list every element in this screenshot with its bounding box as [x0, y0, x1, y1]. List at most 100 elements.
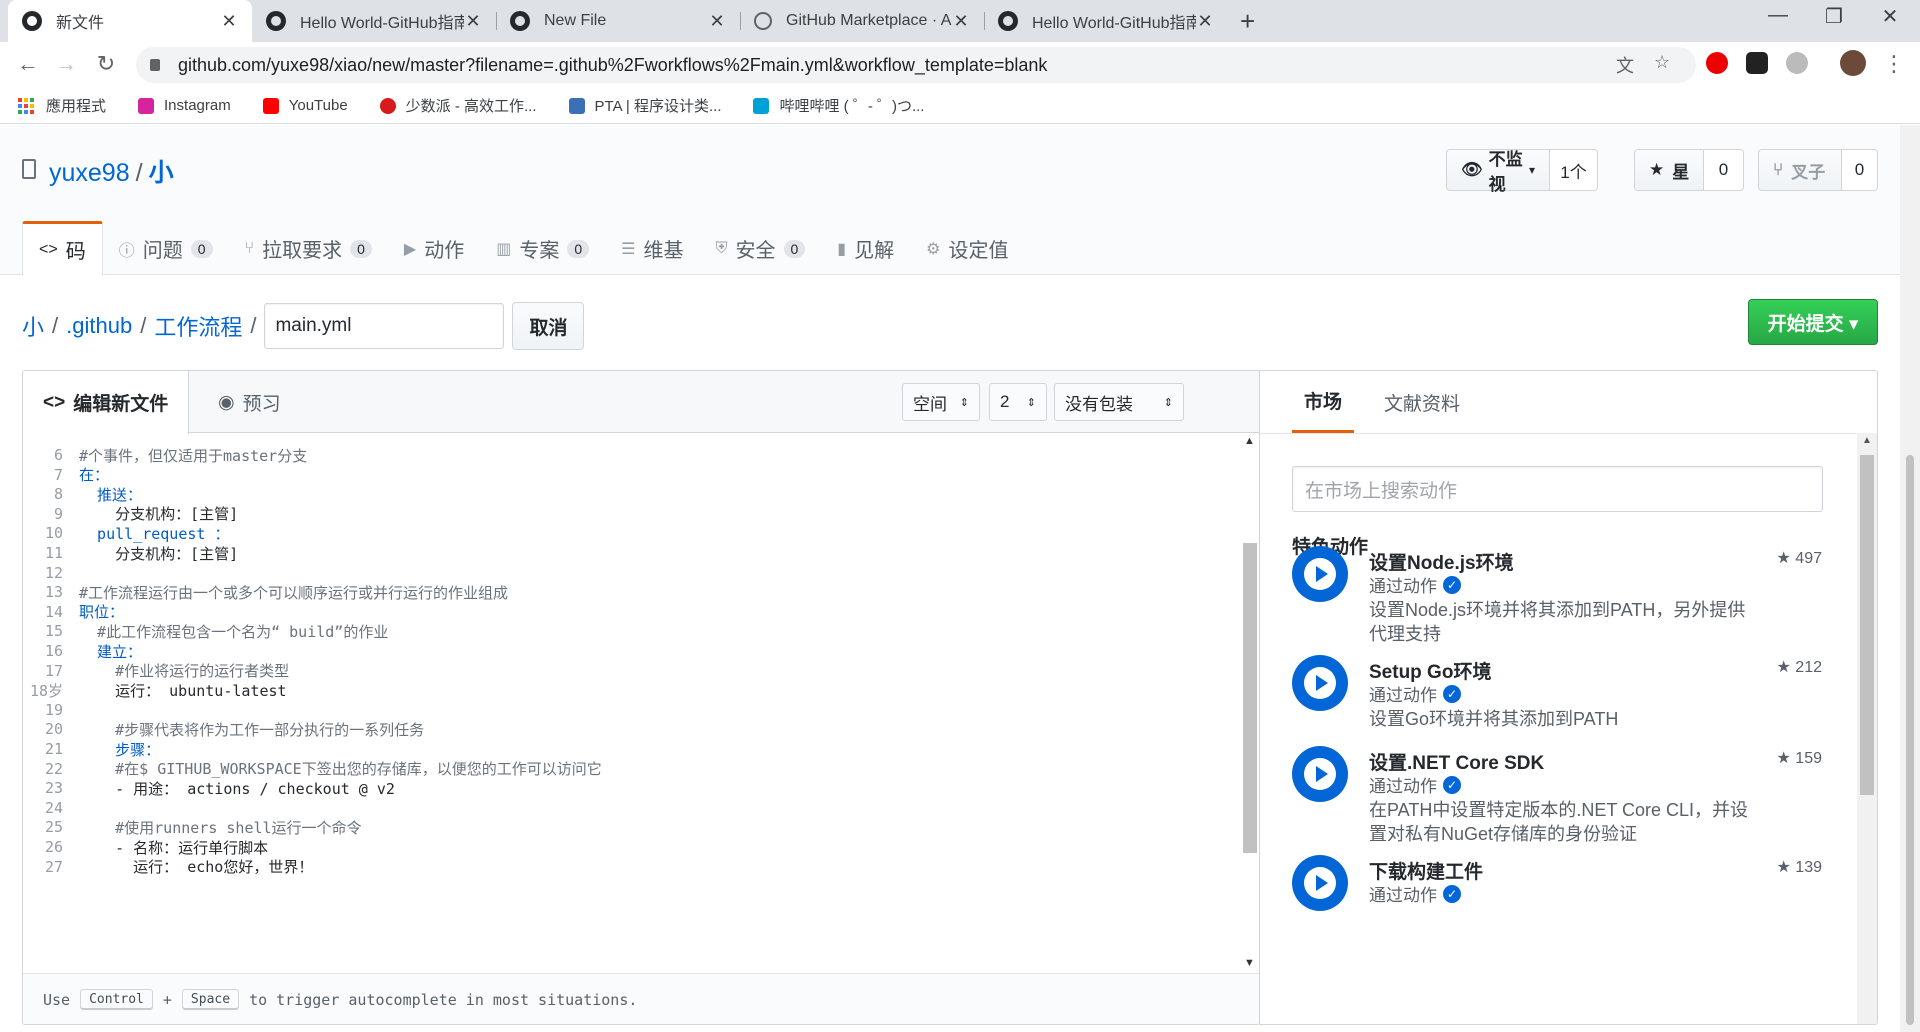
bookmark-youtube[interactable]: YouTube: [262, 97, 348, 114]
fork-button[interactable]: ⑂ 叉子: [1758, 149, 1842, 191]
tab-edit-file[interactable]: <> 编辑新文件: [23, 371, 190, 434]
watch-button[interactable]: 👁 不监视 ▾: [1446, 149, 1550, 194]
breadcrumb-root-link[interactable]: 小: [22, 310, 44, 342]
code-icon: <>: [43, 391, 66, 413]
extension-icon[interactable]: [1746, 52, 1768, 74]
action-name[interactable]: Setup Go环境: [1369, 657, 1491, 684]
tab-label: 专案: [519, 240, 560, 262]
bookmark-sspai[interactable]: 少数派 - 高效工作...: [379, 95, 537, 116]
breadcrumb-github-link[interactable]: .github: [66, 313, 132, 339]
tab-code[interactable]: <> 码: [22, 221, 103, 276]
browser-tab-3[interactable]: New File ✕: [496, 0, 740, 42]
code-text: 运行： ubuntu-latest: [79, 681, 287, 700]
close-tab-icon[interactable]: ✕: [220, 11, 238, 32]
close-window-button[interactable]: ✕: [1870, 4, 1910, 29]
indent-mode-select[interactable]: 空间 ⇕: [902, 383, 980, 421]
tab-actions[interactable]: ▶ 动作: [388, 221, 480, 276]
tab-pull-requests[interactable]: ⑂ 拉取要求 0: [229, 221, 388, 276]
wrap-mode-select[interactable]: 没有包装 ⇕: [1054, 383, 1184, 421]
close-tab-icon[interactable]: ✕: [952, 11, 970, 32]
bookmark-apps[interactable]: 應用程式: [18, 95, 106, 116]
page-scrollbar[interactable]: [1900, 125, 1920, 1032]
marketplace-panel: 市场 文献资料 在市场上搜索动作 特色动作 设置Node.js环境通过动作✓设置…: [1259, 370, 1878, 1025]
tab-security[interactable]: ⛨ 安全 0: [699, 221, 821, 276]
close-tab-icon[interactable]: ✕: [708, 11, 726, 32]
repo-name-link[interactable]: 小: [149, 159, 174, 187]
marketplace-scrollbar[interactable]: ▲: [1857, 433, 1877, 1024]
cancel-button[interactable]: 取消: [512, 302, 585, 350]
new-tab-button[interactable]: +: [1240, 6, 1255, 37]
url-text[interactable]: github.com/yuxe98/xiao/new/master?filena…: [178, 55, 1047, 76]
action-name[interactable]: 设置Node.js环境: [1369, 548, 1514, 575]
repo-title: yuxe98/小: [49, 153, 174, 189]
author-text: 通过动作: [1369, 886, 1437, 905]
code-line[interactable]: 27 运行： echo您好，世界！: [23, 855, 313, 879]
shield-icon: ⛨: [715, 239, 728, 257]
code-area[interactable]: 6 #个事件，但仅适用于master分支 7 在： 8 推送： 9 分支机构：[主管] 10…: [23, 433, 1243, 973]
featured-action-card[interactable]: 设置Node.js环境 通过动作 ✓ 设置Node.js环境并将其添加到PATH，另外…: [1292, 546, 1822, 656]
action-name[interactable]: 设置.NET Core SDK: [1369, 748, 1544, 775]
extension-icon[interactable]: [1706, 52, 1728, 74]
filename-input[interactable]: main.yml: [264, 303, 505, 349]
breadcrumb-workflows-link[interactable]: 工作流程: [154, 310, 242, 342]
eye-icon: ◉: [218, 391, 235, 413]
watch-count[interactable]: 1个: [1550, 149, 1598, 191]
reload-button[interactable]: ↻: [92, 51, 120, 77]
fork-icon: ⑂: [1773, 160, 1784, 179]
scrollbar-thumb[interactable]: [1860, 455, 1874, 795]
tab-documentation[interactable]: 文献资料: [1372, 371, 1472, 433]
kbd-control: Control: [80, 989, 153, 1010]
star-count[interactable]: 0: [1704, 149, 1744, 191]
scroll-down-arrow[interactable]: ▼: [1244, 957, 1255, 969]
marketplace-search-input[interactable]: 在市场上搜索动作: [1292, 466, 1823, 512]
browser-tab-4[interactable]: GitHub Marketplace · Actions t ✕: [740, 0, 984, 42]
fork-count[interactable]: 0: [1842, 149, 1878, 191]
tab-settings[interactable]: ⚙ 设定值: [910, 221, 1024, 276]
bookmark-bilibili[interactable]: 哔哩哔哩 ( ゜- ゜)つ...: [753, 95, 924, 116]
scrollbar-thumb[interactable]: [1243, 543, 1257, 853]
star-button[interactable]: ★ 星: [1634, 149, 1704, 191]
repo-owner-link[interactable]: yuxe98: [49, 159, 130, 187]
browser-tab-1[interactable]: 新文件 ✕: [8, 0, 252, 42]
scrollbar-thumb[interactable]: [1906, 455, 1914, 1025]
pull-request-icon: ⑂: [244, 239, 255, 257]
tab-marketplace[interactable]: 市场: [1292, 371, 1355, 433]
featured-action-card[interactable]: 下载构建工件 通过动作 ✓ ★ 139: [1292, 855, 1822, 965]
maximize-button[interactable]: ❐: [1814, 4, 1854, 29]
apps-grid-icon: [18, 97, 34, 114]
tab-title: Hello World-GitHub指南: [300, 15, 464, 32]
tab-wiki[interactable]: ☰ 维基: [605, 221, 699, 276]
bookmark-instagram[interactable]: Instagram: [138, 97, 231, 114]
tab-issues[interactable]: ⓘ 问题 0: [103, 221, 229, 276]
extension-icon[interactable]: [1786, 52, 1808, 74]
back-button[interactable]: ←: [14, 51, 42, 77]
issue-icon: ⓘ: [118, 242, 135, 260]
counter-badge: 0: [350, 239, 372, 258]
featured-action-card[interactable]: 设置.NET Core SDK 通过动作 ✓ 在PATH中设置特定版本的.NET Co…: [1292, 746, 1822, 856]
globe-icon: [754, 12, 772, 30]
avatar[interactable]: [1840, 50, 1866, 76]
close-tab-icon[interactable]: ✕: [1196, 11, 1214, 32]
minimize-button[interactable]: —: [1758, 4, 1798, 27]
code-text: 分支机构：[主管]: [79, 544, 239, 563]
translate-icon[interactable]: 文: [1616, 52, 1634, 78]
indent-size-select[interactable]: 2 ⇕: [989, 383, 1047, 421]
browser-tab-5[interactable]: Hello World-GitHub指南 ✕: [984, 0, 1228, 42]
line-number: 12: [44, 563, 63, 582]
action-name[interactable]: 下载构建工件: [1369, 857, 1483, 884]
tab-insights[interactable]: ▮ 见解: [821, 221, 910, 276]
start-commit-button[interactable]: 开始提交 ▾: [1748, 299, 1878, 345]
tab-projects[interactable]: ▥ 专案 0: [480, 221, 605, 276]
close-tab-icon[interactable]: ✕: [464, 11, 482, 32]
bookmark-star-icon[interactable]: ☆: [1654, 52, 1670, 73]
address-bar[interactable]: github.com/yuxe98/xiao/new/master?filena…: [136, 47, 1696, 83]
scroll-up-arrow[interactable]: ▲: [1862, 435, 1872, 446]
menu-icon[interactable]: ⋮: [1880, 51, 1908, 77]
tab-preview[interactable]: ◉ 预习: [198, 371, 301, 433]
fork-label: 叉子: [1791, 162, 1826, 182]
forward-button[interactable]: →: [52, 51, 80, 77]
editor-scrollbar[interactable]: ▲ ▼: [1240, 433, 1259, 973]
browser-tab-2[interactable]: Hello World-GitHub指南 ✕: [252, 0, 496, 42]
scroll-up-arrow[interactable]: ▲: [1244, 435, 1255, 447]
bookmark-pta[interactable]: PTA | 程序设计类...: [568, 95, 721, 116]
